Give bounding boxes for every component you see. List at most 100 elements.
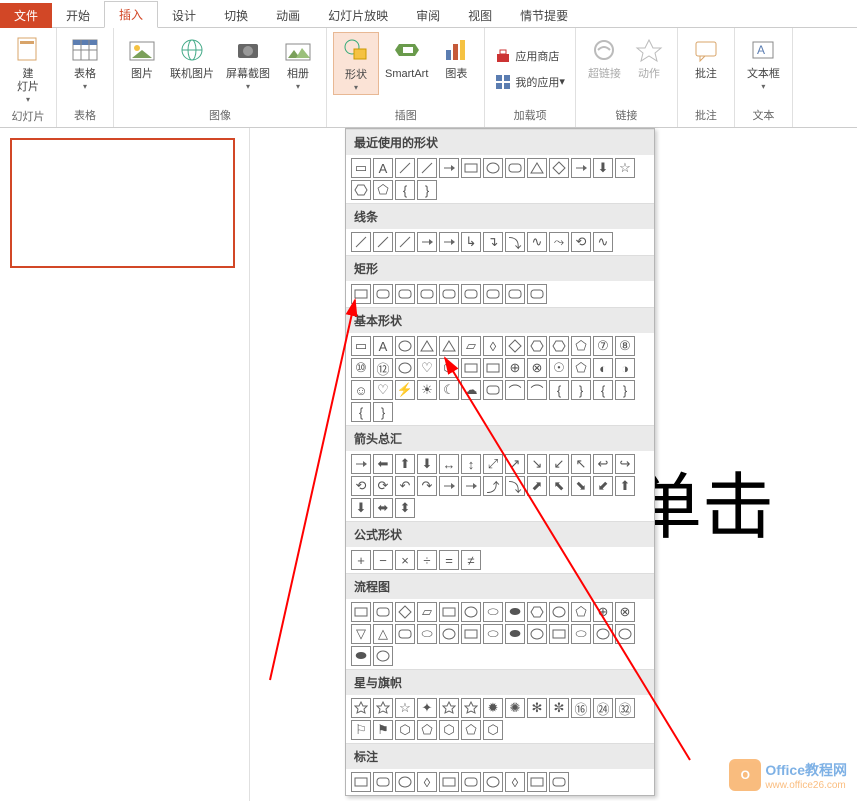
shape-item[interactable]: ⬬ — [351, 646, 371, 666]
shape-item[interactable] — [439, 698, 459, 718]
shape-item[interactable]: ⊕ — [593, 602, 613, 622]
shape-item[interactable] — [373, 646, 393, 666]
shape-item[interactable]: ◐ — [593, 358, 613, 378]
shape-item[interactable]: ⬆ — [615, 476, 635, 496]
shape-item[interactable]: ▱ — [417, 602, 437, 622]
shape-item[interactable]: ⬠ — [373, 180, 393, 200]
shape-item[interactable]: ↕ — [461, 454, 481, 474]
shape-item[interactable] — [549, 336, 569, 356]
shape-item[interactable]: ⬍ — [395, 498, 415, 518]
tab-file[interactable]: 文件 — [0, 3, 52, 28]
shape-item[interactable]: ⬠ — [571, 336, 591, 356]
shape-item[interactable] — [527, 624, 547, 644]
shape-item[interactable]: ⬭ — [483, 624, 503, 644]
shape-item[interactable] — [351, 232, 371, 252]
shape-item[interactable]: ⑩ — [351, 358, 371, 378]
shape-item[interactable]: ▭ — [351, 158, 371, 178]
tab-design[interactable]: 设计 — [158, 3, 210, 28]
shape-item[interactable] — [549, 158, 569, 178]
shape-item[interactable] — [483, 772, 503, 792]
tab-storyboard[interactable]: 情节提要 — [506, 3, 582, 28]
shape-item[interactable] — [549, 624, 569, 644]
shape-item[interactable]: A — [373, 158, 393, 178]
shape-item[interactable]: ↩ — [593, 454, 613, 474]
shape-item[interactable]: ✺ — [505, 698, 525, 718]
shape-item[interactable]: ⬭ — [417, 624, 437, 644]
shape-item[interactable] — [483, 358, 503, 378]
action-button[interactable]: 动作 — [627, 32, 671, 83]
shape-item[interactable]: ☀ — [417, 380, 437, 400]
shape-item[interactable] — [395, 158, 415, 178]
shape-item[interactable] — [461, 158, 481, 178]
shape-item[interactable]: ⬭ — [571, 624, 591, 644]
shape-item[interactable]: ☆ — [615, 158, 635, 178]
shape-item[interactable]: ⬡ — [483, 720, 503, 740]
tab-animation[interactable]: 动画 — [262, 3, 314, 28]
shape-item[interactable] — [417, 284, 437, 304]
shape-item[interactable]: ⬬ — [505, 602, 525, 622]
shape-item[interactable]: ♡ — [373, 380, 393, 400]
shape-item[interactable]: ⬋ — [593, 476, 613, 496]
shape-item[interactable]: − — [373, 550, 393, 570]
shape-item[interactable]: ⬭ — [483, 602, 503, 622]
shape-item[interactable]: ⬠ — [417, 720, 437, 740]
shape-item[interactable] — [395, 772, 415, 792]
shape-item[interactable]: = — [439, 550, 459, 570]
shape-item[interactable] — [439, 158, 459, 178]
shape-item[interactable] — [461, 602, 481, 622]
shape-item[interactable] — [439, 232, 459, 252]
tab-view[interactable]: 视图 — [454, 3, 506, 28]
shape-item[interactable]: ⬉ — [549, 476, 569, 496]
shape-item[interactable] — [483, 158, 503, 178]
myapps-button[interactable]: 我的应用 ▾ — [491, 72, 569, 92]
shape-item[interactable]: ⬡ — [439, 720, 459, 740]
shape-item[interactable] — [439, 476, 459, 496]
shape-item[interactable]: ⊗ — [615, 602, 635, 622]
shape-item[interactable]: ✹ — [483, 698, 503, 718]
shape-item[interactable]: ⑦ — [593, 336, 613, 356]
shape-item[interactable]: ▭ — [351, 336, 371, 356]
shape-item[interactable]: ☉ — [549, 358, 569, 378]
shape-item[interactable] — [439, 772, 459, 792]
shape-item[interactable]: ㉔ — [593, 698, 613, 718]
shape-item[interactable] — [593, 624, 613, 644]
tab-insert[interactable]: 插入 — [104, 1, 158, 28]
shape-item[interactable] — [351, 454, 371, 474]
shape-item[interactable] — [395, 602, 415, 622]
shape-item[interactable]: △ — [373, 624, 393, 644]
tab-home[interactable]: 开始 — [52, 3, 104, 28]
shape-item[interactable]: ⤴ — [483, 476, 503, 496]
tab-review[interactable]: 审阅 — [402, 3, 454, 28]
shape-item[interactable] — [373, 284, 393, 304]
shape-item[interactable]: ⬆ — [395, 454, 415, 474]
shape-item[interactable]: ↘ — [527, 454, 547, 474]
shape-item[interactable] — [351, 698, 371, 718]
shape-item[interactable]: ↗ — [505, 454, 525, 474]
shape-item[interactable]: ⬇ — [417, 454, 437, 474]
shape-item[interactable]: ↔ — [439, 454, 459, 474]
shape-item[interactable]: ⌒ — [527, 380, 547, 400]
shape-item[interactable]: ⤳ — [549, 232, 569, 252]
hyperlink-button[interactable]: 超链接 — [582, 32, 627, 83]
shape-item[interactable]: ⬠ — [461, 720, 481, 740]
shape-item[interactable] — [505, 158, 525, 178]
shape-item[interactable]: ⬠ — [571, 358, 591, 378]
shape-item[interactable]: ✼ — [549, 698, 569, 718]
shape-item[interactable] — [417, 232, 437, 252]
shape-item[interactable]: ⑫ — [373, 358, 393, 378]
shape-item[interactable]: ⬌ — [373, 498, 393, 518]
shape-item[interactable]: ⤵ — [505, 232, 525, 252]
shape-item[interactable] — [461, 624, 481, 644]
online-image-button[interactable]: 联机图片 — [164, 32, 220, 83]
shape-item[interactable]: ↪ — [615, 454, 635, 474]
shape-item[interactable] — [527, 772, 547, 792]
album-button[interactable]: 相册▾ — [276, 32, 320, 93]
shape-item[interactable]: } — [417, 180, 437, 200]
shape-item[interactable]: ↖ — [571, 454, 591, 474]
shape-item[interactable]: ∿ — [593, 232, 613, 252]
shape-item[interactable]: ⤵ — [505, 476, 525, 496]
shape-item[interactable]: ⟲ — [571, 232, 591, 252]
shape-item[interactable]: ⤢ — [483, 454, 503, 474]
shape-item[interactable]: ⊗ — [527, 358, 547, 378]
shape-item[interactable]: ⬈ — [527, 476, 547, 496]
